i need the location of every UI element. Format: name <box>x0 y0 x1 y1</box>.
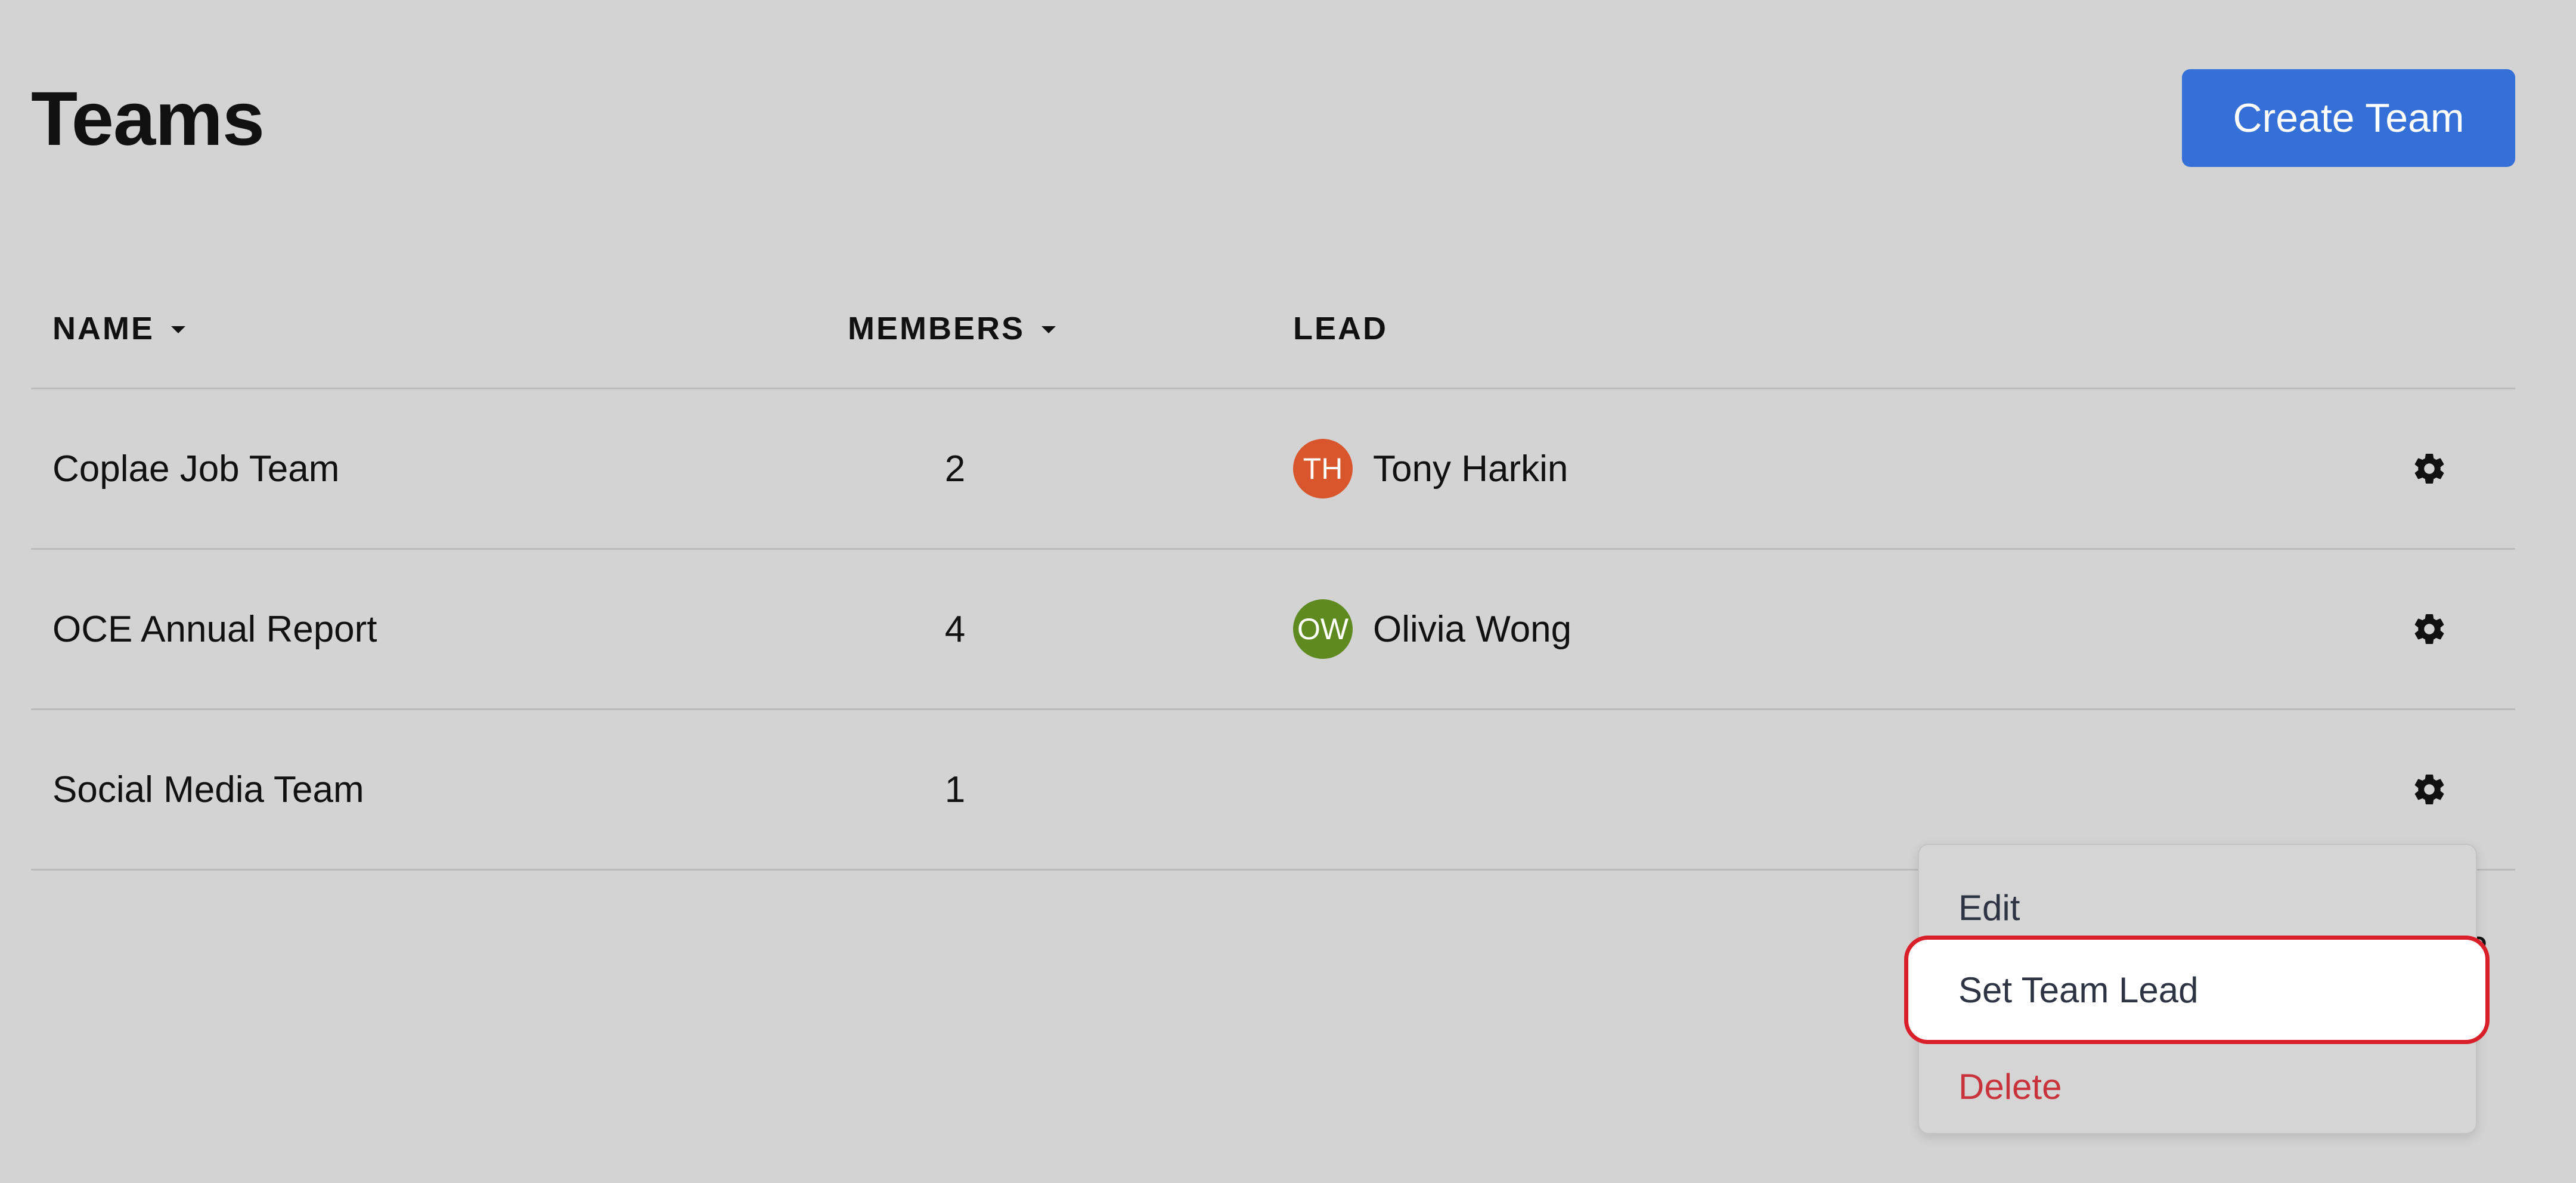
member-count: 1 <box>944 769 966 810</box>
member-count: 4 <box>944 608 966 650</box>
create-team-button[interactable]: Create Team <box>2182 69 2515 167</box>
teams-table: NAME MEMBERS LEAD Coplae Job Team 2 TH T… <box>31 274 2515 871</box>
sort-caret-icon <box>171 326 185 333</box>
team-name: Coplae Job Team <box>52 448 340 490</box>
table-row: OCE Annual Report 4 OW Olivia Wong <box>31 550 2515 710</box>
lead-name: Olivia Wong <box>1373 608 1572 650</box>
gear-icon[interactable] <box>2410 609 2449 649</box>
column-header-lead: LEAD <box>1293 310 1388 347</box>
table-row: Coplae Job Team 2 TH Tony Harkin <box>31 389 2515 550</box>
column-header-lead-label: LEAD <box>1293 311 1388 346</box>
teams-page: Teams Create Team NAME MEMBERS LEAD Copl… <box>0 0 2576 1183</box>
gear-icon[interactable] <box>2410 770 2449 809</box>
team-name: Social Media Team <box>52 769 364 810</box>
column-header-members-label: MEMBERS <box>848 311 1025 346</box>
column-header-name-label: NAME <box>52 311 154 346</box>
gear-icon-svg <box>2414 453 2444 484</box>
page-title: Teams <box>31 76 265 162</box>
team-lead: TH Tony Harkin <box>1293 389 1568 548</box>
table-header: NAME MEMBERS LEAD <box>31 274 2515 389</box>
team-lead: OW Olivia Wong <box>1293 550 1571 708</box>
gear-icon[interactable] <box>2410 449 2449 488</box>
sort-caret-icon <box>1041 326 1056 333</box>
menu-item-set-team-lead[interactable]: Set Team Lead <box>1904 936 2490 1044</box>
column-header-members[interactable]: MEMBERS <box>848 310 1056 347</box>
gear-icon-svg <box>2414 614 2444 644</box>
member-count: 2 <box>944 448 966 490</box>
team-actions-menu: Edit Set Team Lead Delete <box>1904 844 2490 1134</box>
lead-name: Tony Harkin <box>1373 448 1568 490</box>
gear-icon-svg <box>2414 774 2444 804</box>
column-header-name[interactable]: NAME <box>52 310 185 347</box>
avatar: TH <box>1293 439 1353 498</box>
team-name: OCE Annual Report <box>52 608 377 650</box>
avatar: OW <box>1293 599 1353 659</box>
menu-item-delete[interactable]: Delete <box>1919 1042 2476 1131</box>
